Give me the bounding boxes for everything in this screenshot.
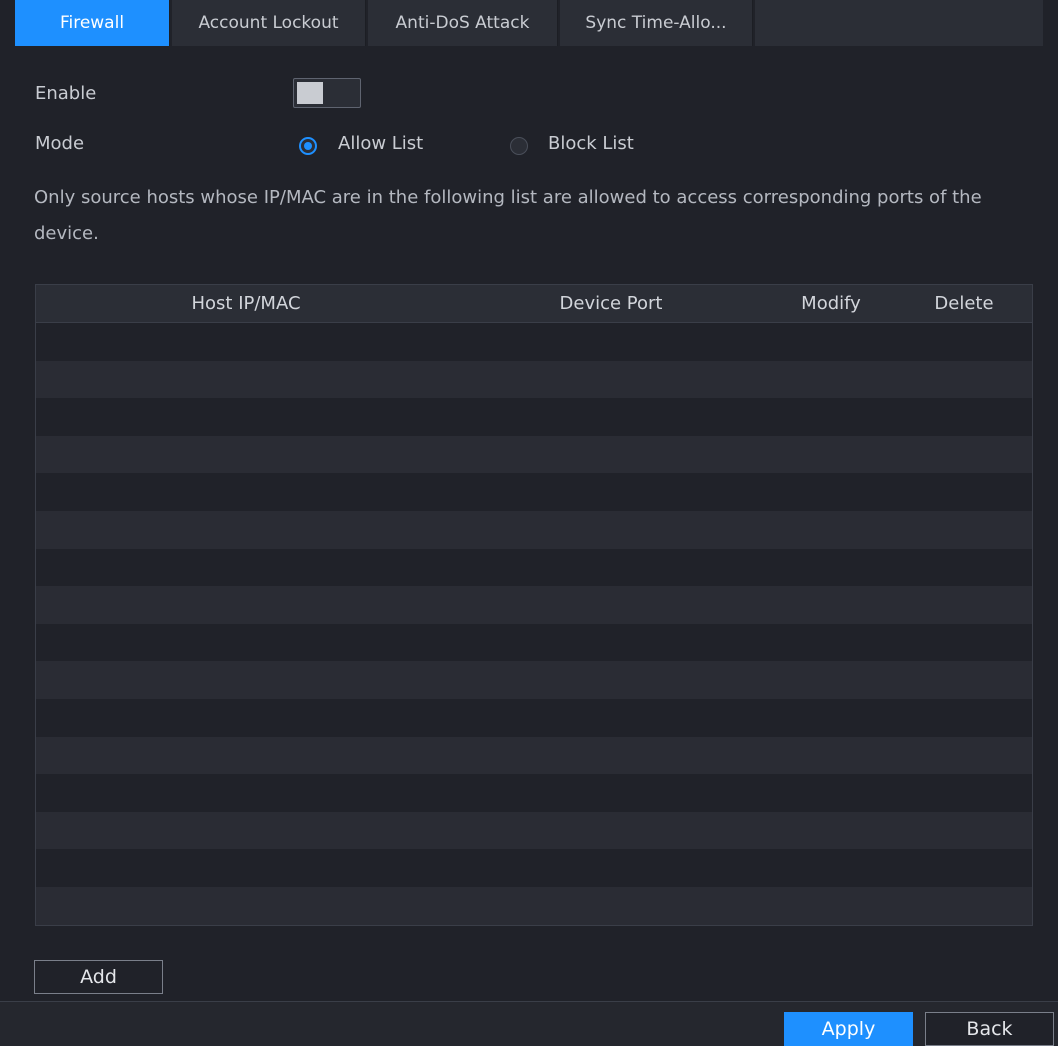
table-row [36,774,1032,812]
table-row [36,435,1032,474]
column-host-ip-mac: Host IP/MAC [191,293,301,314]
allow-list-label[interactable]: Allow List [338,133,423,154]
allow-list-radio[interactable] [299,137,317,155]
table-row [36,623,1032,662]
column-device-port: Device Port [559,293,663,314]
tab-bar-filler [755,0,1043,46]
firewall-table: Host IP/MAC Device Port Modify Delete [35,284,1033,926]
back-button[interactable]: Back [925,1012,1054,1046]
apply-button[interactable]: Apply [784,1012,913,1046]
table-row [36,661,1032,699]
table-header: Host IP/MAC Device Port Modify Delete [36,285,1032,323]
block-list-radio[interactable] [510,137,528,155]
table-row [36,586,1032,624]
table-row [36,323,1032,361]
enable-label: Enable [35,83,97,104]
table-row [36,511,1032,549]
table-row [36,699,1032,737]
tab-account-lockout[interactable]: Account Lockout [172,0,366,46]
table-row [36,473,1032,511]
column-delete: Delete [934,293,994,314]
table-row [36,849,1032,887]
enable-toggle[interactable] [293,78,361,108]
table-row [36,360,1032,399]
table-row [36,887,1032,925]
table-row [36,398,1032,436]
tab-bar: Firewall Account Lockout Anti-DoS Attack… [0,0,1058,54]
table-row [36,548,1032,587]
tab-sync-time-allowlist[interactable]: Sync Time-Allo... [560,0,753,46]
toggle-knob [297,82,323,104]
mode-label: Mode [35,133,85,154]
block-list-label[interactable]: Block List [548,133,634,154]
table-row [36,811,1032,850]
tab-firewall[interactable]: Firewall [15,0,170,46]
column-modify: Modify [801,293,861,314]
table-row [36,736,1032,775]
mode-description: Only source hosts whose IP/MAC are in th… [34,187,982,244]
add-button[interactable]: Add [34,960,163,994]
tab-anti-dos-attack[interactable]: Anti-DoS Attack [368,0,558,46]
